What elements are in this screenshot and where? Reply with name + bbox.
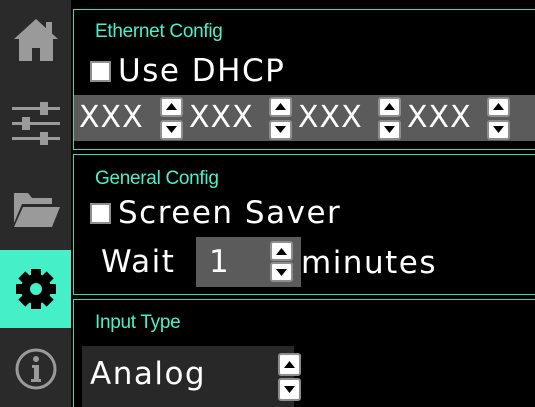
increment-button[interactable] [487, 96, 510, 117]
screensaver-label: Screen Saver [118, 195, 342, 231]
ethernet-config-title: Ethernet Config [95, 21, 223, 42]
gear-icon [15, 269, 56, 309]
chevron-up-icon [384, 103, 395, 110]
ethernet-config-panel: Ethernet Config Use DHCP XXX XXX XXX XXX [73, 9, 535, 150]
chevron-down-icon [275, 126, 286, 133]
input-type-value[interactable]: Analog [90, 356, 206, 392]
decrement-button[interactable] [487, 119, 510, 140]
chevron-up-icon [276, 247, 287, 255]
general-config-panel: General Config Screen Saver Wait 1 minut… [73, 154, 535, 295]
ip-octet-spinner [487, 96, 510, 140]
ip-address-row: XXX XXX XXX XXX [74, 95, 535, 141]
input-type-panel: Input Type Analog [73, 299, 535, 407]
ip-octet-1[interactable]: XXX [74, 95, 183, 141]
dhcp-checkbox-row[interactable]: Use DHCP [90, 53, 285, 89]
ip-octet-spinner [378, 96, 401, 140]
folder-icon [13, 193, 60, 227]
increment-button[interactable] [270, 241, 293, 261]
ip-octet-value[interactable]: XXX [183, 95, 269, 141]
increment-button[interactable] [269, 96, 292, 117]
input-type-selector[interactable]: Analog [82, 346, 301, 407]
sidebar-item-info[interactable] [0, 330, 71, 407]
ip-octet-spinner [160, 96, 183, 140]
sidebar-item-settings-sliders[interactable] [0, 85, 71, 163]
dhcp-label: Use DHCP [118, 53, 286, 89]
decrement-button[interactable] [378, 119, 401, 140]
general-config-title: General Config [95, 168, 219, 189]
wait-minutes-field[interactable]: 1 [196, 237, 301, 287]
chevron-down-icon [493, 126, 504, 133]
input-type-spinner [278, 353, 301, 401]
increment-button[interactable] [278, 353, 301, 376]
sliders-icon [11, 102, 60, 145]
sidebar-item-home[interactable] [0, 0, 71, 78]
info-icon [15, 348, 56, 389]
wait-minutes-spinner [270, 241, 293, 282]
chevron-up-icon [284, 361, 295, 368]
decrement-button[interactable] [269, 119, 292, 140]
chevron-down-icon [276, 268, 287, 276]
screensaver-checkbox[interactable] [90, 202, 111, 224]
ip-octet-value[interactable]: XXX [292, 95, 378, 141]
chevron-down-icon [166, 126, 177, 133]
decrement-button[interactable] [160, 119, 183, 140]
ip-octet-4[interactable]: XXX [401, 95, 510, 141]
decrement-button[interactable] [278, 378, 301, 401]
ip-octet-3[interactable]: XXX [292, 95, 401, 141]
chevron-up-icon [275, 103, 286, 110]
ip-octet-value[interactable]: XXX [74, 95, 160, 141]
increment-button[interactable] [160, 96, 183, 117]
dhcp-checkbox[interactable] [90, 60, 111, 82]
increment-button[interactable] [378, 96, 401, 117]
sidebar-item-config[interactable] [0, 250, 71, 328]
sidebar [0, 0, 71, 407]
wait-label: Wait [101, 244, 176, 280]
ip-octet-2[interactable]: XXX [183, 95, 292, 141]
home-icon [13, 19, 58, 61]
ip-octet-value[interactable]: XXX [401, 95, 487, 141]
ip-octet-spinner [269, 96, 292, 140]
minutes-label: minutes [301, 245, 437, 281]
chevron-down-icon [384, 126, 395, 133]
input-type-title: Input Type [95, 312, 181, 333]
chevron-up-icon [166, 103, 177, 110]
chevron-up-icon [493, 103, 504, 110]
wait-row: Wait 1 minutes [74, 237, 535, 287]
chevron-down-icon [284, 386, 295, 393]
decrement-button[interactable] [270, 262, 293, 282]
sidebar-item-files[interactable] [0, 168, 71, 248]
wait-minutes-value[interactable]: 1 [196, 244, 271, 280]
screensaver-checkbox-row[interactable]: Screen Saver [90, 195, 341, 231]
